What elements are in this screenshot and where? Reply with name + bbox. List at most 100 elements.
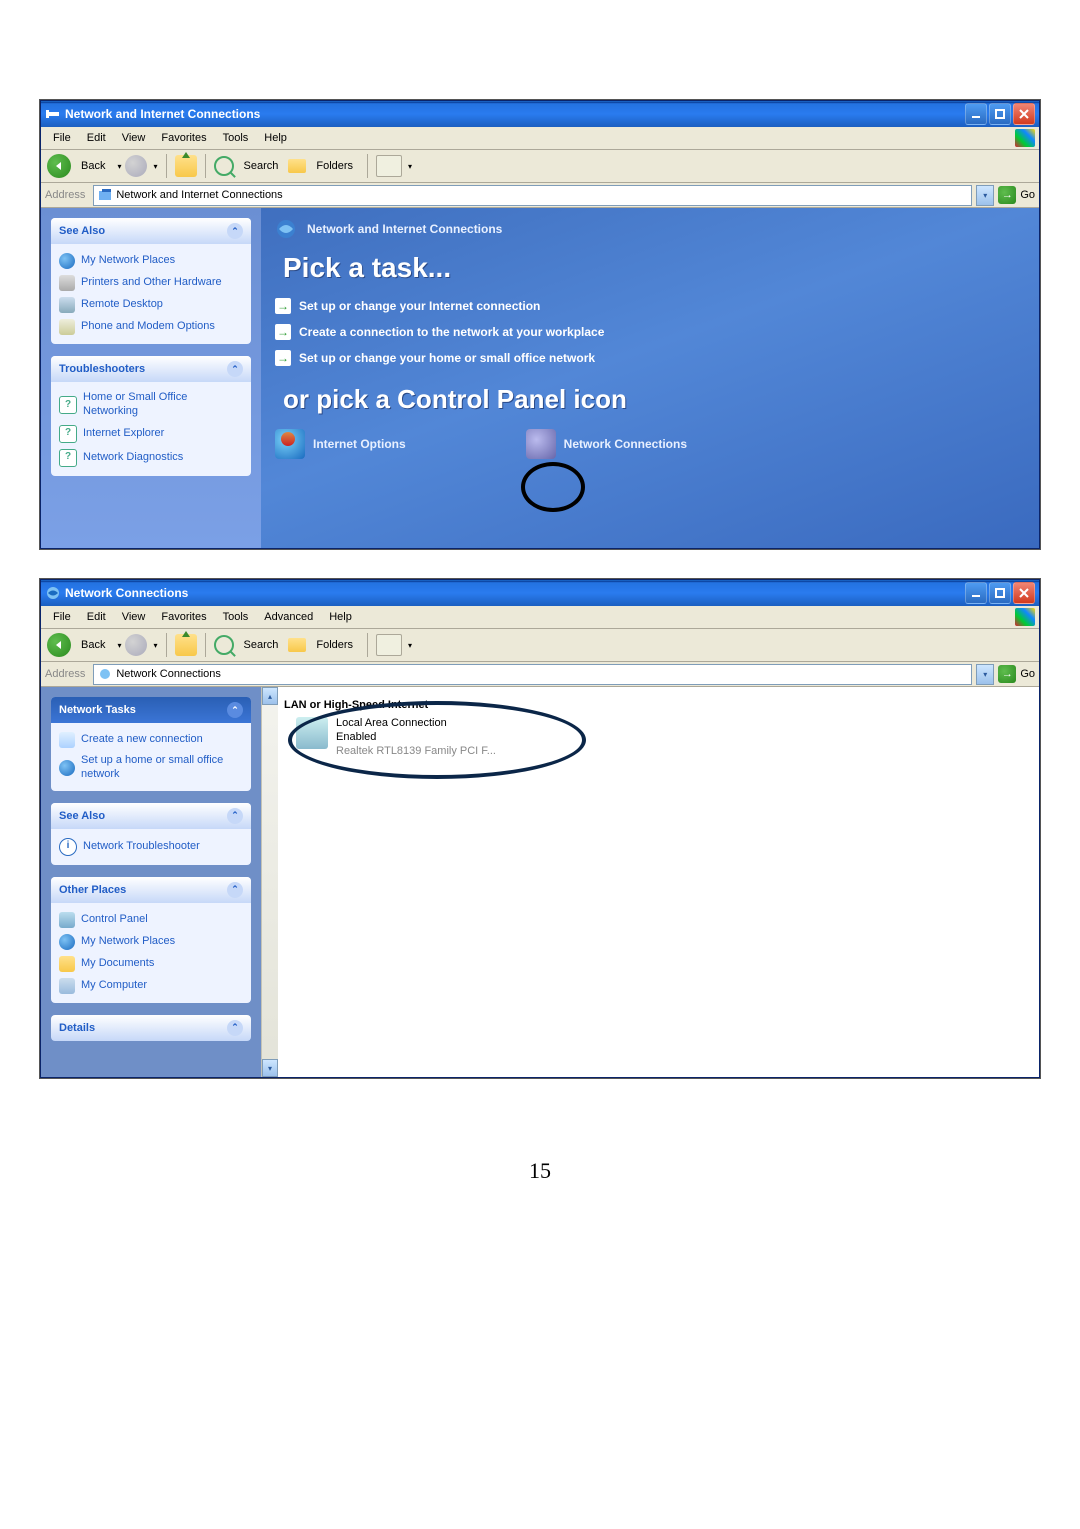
link-network-diagnostics[interactable]: ?Network Diagnostics — [59, 446, 243, 470]
page-number: 15 — [40, 1158, 1040, 1184]
scrollbar-side[interactable]: ▴ ▾ — [261, 687, 278, 1077]
back-button[interactable] — [47, 633, 71, 657]
chevron-down-icon[interactable]: ▾ — [117, 162, 121, 171]
maximize-button[interactable] — [989, 103, 1011, 125]
collapse-icon[interactable]: ⌃ — [227, 882, 243, 898]
link-my-network-places[interactable]: My Network Places — [59, 931, 243, 953]
panel-header[interactable]: See Also ⌃ — [51, 803, 251, 829]
network-icon — [45, 585, 61, 601]
menu-view[interactable]: View — [114, 609, 154, 625]
link-phone-and-modem-options[interactable]: Phone and Modem Options — [59, 316, 243, 338]
window-network-and-internet: Network and Internet Connections File Ed… — [40, 100, 1040, 549]
back-label[interactable]: Back — [75, 160, 111, 172]
menu-favorites[interactable]: Favorites — [153, 130, 214, 146]
back-button[interactable] — [47, 154, 71, 178]
menu-file[interactable]: File — [45, 609, 79, 625]
views-button[interactable] — [376, 634, 402, 656]
title-text: Network Connections — [65, 586, 965, 600]
menu-favorites[interactable]: Favorites — [153, 609, 214, 625]
chevron-down-icon[interactable]: ▾ — [408, 641, 412, 650]
folders-button[interactable]: Folders — [310, 160, 359, 172]
chevron-down-icon[interactable]: ▾ — [117, 641, 121, 650]
collapse-icon[interactable]: ⌃ — [227, 808, 243, 824]
views-button[interactable] — [376, 155, 402, 177]
minimize-button[interactable] — [965, 582, 987, 604]
link-network-troubleshooter[interactable]: iNetwork Troubleshooter — [59, 835, 243, 859]
link-label: Phone and Modem Options — [81, 320, 215, 334]
link-remote-desktop[interactable]: Remote Desktop — [59, 294, 243, 316]
task-home-network[interactable]: →Set up or change your home or small off… — [275, 350, 1025, 366]
link-create-new-connection[interactable]: Create a new connection — [59, 729, 243, 751]
folders-button[interactable]: Folders — [310, 639, 359, 651]
scroll-down-icon[interactable]: ▾ — [262, 1059, 278, 1077]
go-arrow-icon: → — [998, 665, 1016, 683]
menu-edit[interactable]: Edit — [79, 130, 114, 146]
collapse-icon[interactable]: ⌃ — [227, 702, 243, 718]
menu-help[interactable]: Help — [321, 609, 360, 625]
maximize-button[interactable] — [989, 582, 1011, 604]
menu-view[interactable]: View — [114, 130, 154, 146]
panel-network-tasks: Network Tasks ⌃ Create a new connection … — [51, 697, 251, 791]
back-label[interactable]: Back — [75, 639, 111, 651]
address-dropdown[interactable]: ▾ — [976, 185, 994, 206]
link-my-documents[interactable]: My Documents — [59, 953, 243, 975]
titlebar[interactable]: Network and Internet Connections — [41, 101, 1039, 127]
scroll-track[interactable] — [262, 705, 278, 1059]
cp-network-connections[interactable]: Network Connections — [526, 429, 687, 459]
panel-header[interactable]: Troubleshooters ⌃ — [51, 356, 251, 382]
link-printers-and-other-hardware[interactable]: Printers and Other Hardware — [59, 272, 243, 294]
forward-button[interactable] — [125, 155, 147, 177]
close-button[interactable] — [1013, 103, 1035, 125]
panel-header[interactable]: Network Tasks ⌃ — [51, 697, 251, 723]
collapse-icon[interactable]: ⌃ — [227, 361, 243, 377]
maximize-icon — [995, 588, 1005, 598]
link-home-networking-troubleshooter[interactable]: ?Home or Small Office Networking — [59, 388, 243, 422]
link-label: My Documents — [81, 957, 154, 971]
side-panel: See Also ⌃ My Network Places Printers an… — [41, 208, 261, 548]
my-computer-icon — [59, 978, 75, 994]
address-input[interactable]: Network and Internet Connections — [93, 185, 972, 206]
address-dropdown[interactable]: ▾ — [976, 664, 994, 685]
close-button[interactable] — [1013, 582, 1035, 604]
link-my-computer[interactable]: My Computer — [59, 975, 243, 997]
menu-file[interactable]: File — [45, 130, 79, 146]
close-icon — [1019, 588, 1029, 598]
task-setup-internet[interactable]: →Set up or change your Internet connecti… — [275, 298, 1025, 314]
annotation-circle — [521, 462, 585, 512]
network-setup-icon — [59, 760, 75, 776]
link-my-network-places[interactable]: My Network Places — [59, 250, 243, 272]
panel-header[interactable]: See Also ⌃ — [51, 218, 251, 244]
menu-tools[interactable]: Tools — [215, 130, 257, 146]
annotation-ellipse — [288, 701, 586, 779]
cp-internet-options[interactable]: Internet Options — [275, 429, 406, 459]
link-control-panel[interactable]: Control Panel — [59, 909, 243, 931]
arrow-icon: → — [275, 324, 291, 340]
menu-edit[interactable]: Edit — [79, 609, 114, 625]
search-button[interactable]: Search — [238, 639, 285, 651]
titlebar[interactable]: Network Connections — [41, 580, 1039, 606]
up-button[interactable] — [175, 155, 197, 177]
panel-header[interactable]: Other Places ⌃ — [51, 877, 251, 903]
panel-header[interactable]: Details ⌃ — [51, 1015, 251, 1041]
menu-tools[interactable]: Tools — [215, 609, 257, 625]
up-button[interactable] — [175, 634, 197, 656]
search-button[interactable]: Search — [238, 160, 285, 172]
go-button[interactable]: → Go — [998, 186, 1035, 204]
forward-button[interactable] — [125, 634, 147, 656]
chevron-down-icon[interactable]: ▾ — [408, 162, 412, 171]
go-button[interactable]: → Go — [998, 665, 1035, 683]
side-panel: Network Tasks ⌃ Create a new connection … — [41, 687, 261, 1077]
link-ie-troubleshooter[interactable]: ?Internet Explorer — [59, 422, 243, 446]
minimize-button[interactable] — [965, 103, 987, 125]
link-setup-home-network[interactable]: Set up a home or small office network — [59, 751, 243, 785]
menu-advanced[interactable]: Advanced — [256, 609, 321, 625]
chevron-down-icon[interactable]: ▾ — [153, 641, 157, 650]
collapse-icon[interactable]: ⌃ — [227, 223, 243, 239]
expand-icon[interactable]: ⌃ — [227, 1020, 243, 1036]
chevron-down-icon[interactable]: ▾ — [153, 162, 157, 171]
address-input[interactable]: Network Connections — [93, 664, 972, 685]
menu-help[interactable]: Help — [256, 130, 295, 146]
maximize-icon — [995, 109, 1005, 119]
scroll-up-icon[interactable]: ▴ — [262, 687, 278, 705]
task-connect-workplace[interactable]: →Create a connection to the network at y… — [275, 324, 1025, 340]
